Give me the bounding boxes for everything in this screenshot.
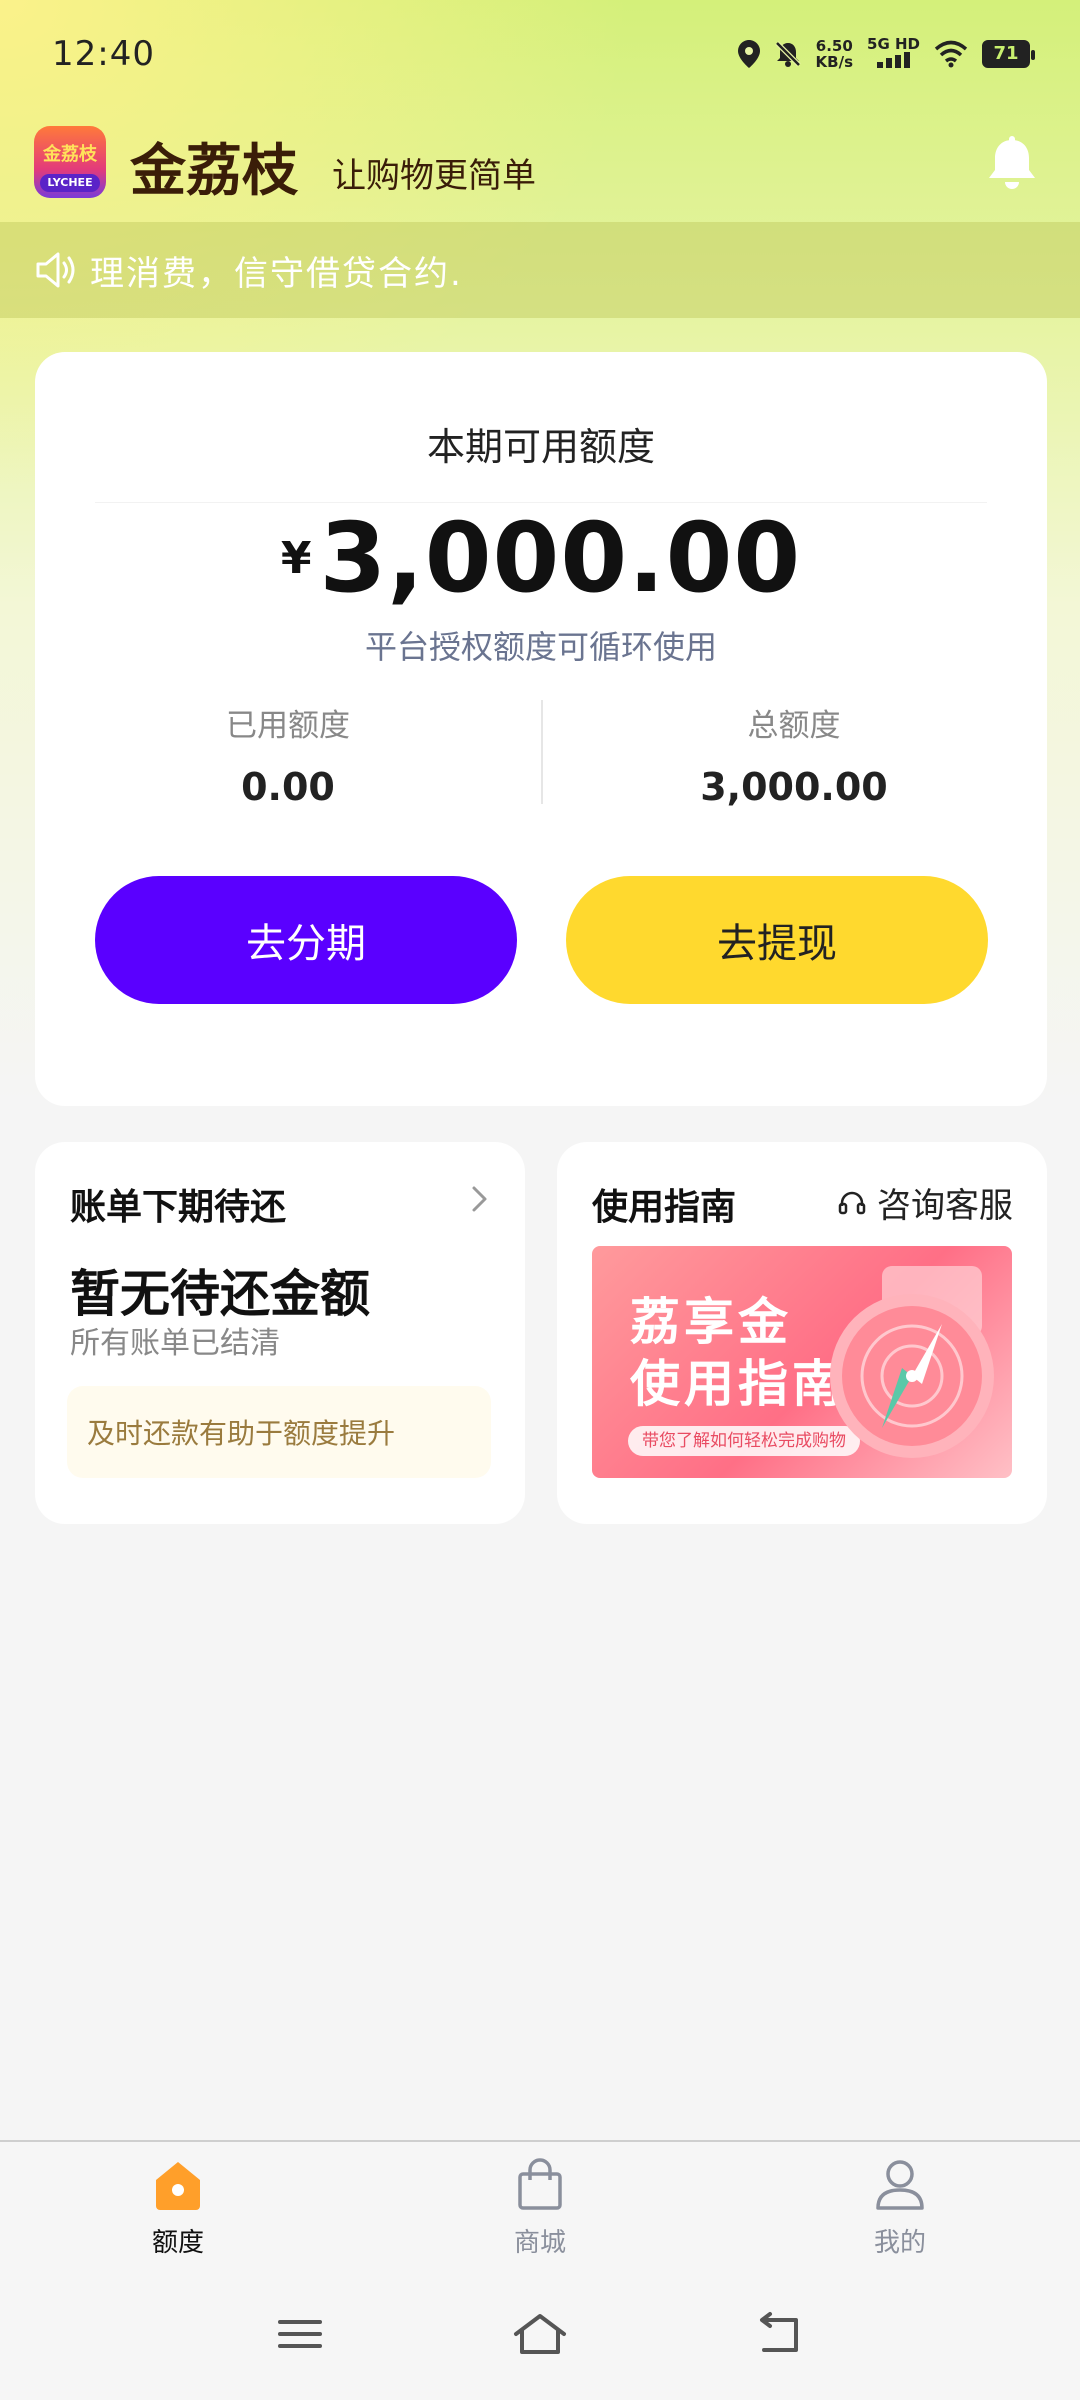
mute-bell-icon: [774, 40, 801, 67]
system-navigation-bar: [0, 2268, 1080, 2400]
menu-icon[interactable]: [270, 2310, 330, 2358]
available-amount-row: ¥3,000.00: [35, 502, 1047, 614]
used-credit-value: 0.00: [241, 765, 335, 809]
app-header: 金荔枝 LYCHEE 金荔枝 让购物更简单: [0, 122, 1080, 218]
headset-icon: [838, 1191, 866, 1214]
battery-indicator: 71: [982, 39, 1035, 68]
credit-title: 本期可用额度: [426, 425, 655, 469]
total-credit-value: 3,000.00: [700, 765, 888, 809]
customer-service-link[interactable]: 咨询客服: [837, 1178, 1013, 1227]
bill-status-sub: 所有账单已结清: [70, 1326, 280, 1361]
credit-subtitle: 平台授权额度可循环使用: [364, 628, 717, 666]
total-credit: 总额度 3,000.00: [541, 700, 1047, 809]
guide-banner[interactable]: 荔享金 使用指南 带您了解如何轻松完成购物: [592, 1246, 1012, 1478]
net-speed-unit: KB/s: [815, 52, 854, 71]
app-slogan: 让购物更简单: [332, 156, 536, 196]
status-bar: 12:40 6.50 KB/s 5G HD 71: [0, 0, 1080, 110]
nav-label-mall: 商城: [513, 2228, 566, 2258]
user-icon: [876, 2160, 924, 2210]
logo-text-top: 金荔枝: [43, 144, 97, 165]
signal-indicator: 5G HD: [867, 36, 920, 71]
chevron-right-icon[interactable]: [469, 1184, 491, 1214]
credit-stats: 已用额度 0.00 总额度 3,000.00: [35, 700, 1047, 810]
app-name: 金荔枝: [130, 139, 298, 204]
total-credit-label: 总额度: [747, 708, 841, 744]
status-icons: 6.50 KB/s 5G HD 71: [737, 36, 1035, 71]
back-icon[interactable]: [750, 2310, 810, 2358]
nav-label-credit: 额度: [151, 2228, 204, 2258]
home-icon: [156, 2162, 200, 2210]
bill-card-title: 账单下期待还: [70, 1187, 287, 1228]
currency-symbol: ¥: [280, 533, 312, 584]
signal-bars-icon: [876, 52, 910, 68]
app-logo: 金荔枝 LYCHEE: [34, 126, 106, 198]
guide-card: 使用指南 咨询客服 荔享金 使用指南 带您了解如何轻松完成购物: [557, 1142, 1047, 1524]
wifi-icon: [934, 40, 968, 67]
nav-item-mall[interactable]: 商城: [480, 2158, 600, 2259]
credit-card: 本期可用额度 ¥3,000.00 平台授权额度可循环使用 已用额度 0.00 总…: [35, 352, 1047, 1106]
customer-service-label: 咨询客服: [877, 1186, 1013, 1226]
notice-text: 理消费，信守借贷合约.: [90, 253, 463, 294]
available-amount: 3,000.00: [319, 502, 802, 614]
location-icon: [737, 39, 760, 68]
nav-label-mine: 我的: [873, 2228, 926, 2258]
notice-bar[interactable]: 理消费，信守借贷合约.: [0, 222, 1080, 318]
speaker-icon: [36, 252, 75, 288]
used-credit: 已用额度 0.00: [35, 700, 541, 809]
repayment-tip: 及时还款有助于额度提升: [67, 1386, 491, 1478]
nav-item-mine[interactable]: 我的: [840, 2158, 960, 2259]
installment-button[interactable]: 去分期: [95, 876, 517, 1004]
logo-text-bottom: LYCHEE: [40, 174, 100, 192]
home-button-icon[interactable]: [510, 2310, 570, 2358]
guide-card-title: 使用指南: [592, 1187, 737, 1228]
net-speed-value: 6.50: [815, 36, 853, 55]
compass-icon: [830, 1266, 994, 1458]
used-credit-label: 已用额度: [226, 708, 350, 744]
bell-icon[interactable]: [984, 136, 1040, 196]
bill-status: 暂无待还金额: [70, 1265, 370, 1323]
withdraw-button[interactable]: 去提现: [566, 876, 988, 1004]
status-time: 12:40: [52, 34, 155, 74]
bill-card[interactable]: 账单下期待还 暂无待还金额 所有账单已结清 及时还款有助于额度提升: [35, 1142, 525, 1524]
shopping-bag-icon: [518, 2158, 562, 2210]
bottom-navigation: 额度 商城 我的: [0, 2140, 1080, 2268]
net-speed: 6.50 KB/s: [816, 38, 853, 70]
network-type: 5G HD: [867, 35, 920, 53]
nav-item-credit[interactable]: 额度: [118, 2158, 238, 2259]
